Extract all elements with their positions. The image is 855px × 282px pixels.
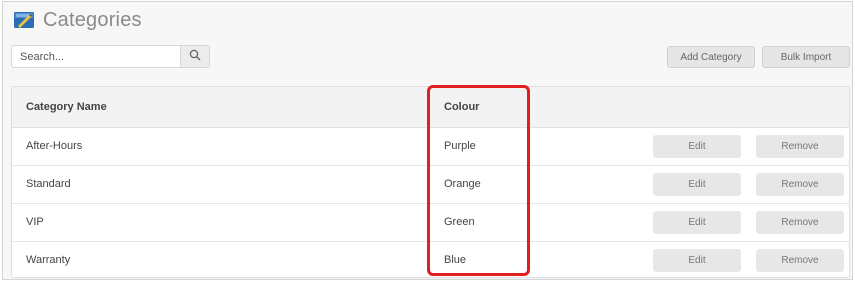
category-name-cell: VIP xyxy=(26,216,44,228)
search-icon xyxy=(189,48,201,66)
table-header: Category Name Colour xyxy=(12,87,849,128)
edit-button[interactable]: Edit xyxy=(653,211,741,234)
edit-button[interactable]: Edit xyxy=(653,173,741,196)
table-row: VIP Green Edit Remove xyxy=(12,204,849,242)
colour-cell: Blue xyxy=(444,254,467,266)
search-button[interactable] xyxy=(180,45,210,68)
column-header-colour[interactable]: Colour xyxy=(444,87,479,127)
categories-table: Category Name Colour After-Hours Purple … xyxy=(11,86,850,278)
page-title: Categories xyxy=(43,8,142,31)
edit-button[interactable]: Edit xyxy=(653,135,741,158)
table-row: After-Hours Purple Edit Remove xyxy=(12,128,849,166)
column-header-category-name[interactable]: Category Name xyxy=(26,87,107,127)
table-row: Standard Orange Edit Remove xyxy=(12,166,849,204)
page-header: Categories xyxy=(13,7,142,33)
category-name-cell: Standard xyxy=(26,178,71,190)
remove-button[interactable]: Remove xyxy=(756,249,844,272)
add-category-button[interactable]: Add Category xyxy=(667,46,755,68)
table-row: Warranty Blue Edit Remove xyxy=(12,242,849,277)
colour-cell: Orange xyxy=(444,178,481,190)
category-name-cell: Warranty xyxy=(26,254,71,266)
bulk-import-button[interactable]: Bulk Import xyxy=(762,46,850,68)
remove-button[interactable]: Remove xyxy=(756,173,844,196)
category-name-cell: After-Hours xyxy=(26,140,83,152)
search-bar xyxy=(11,45,210,68)
categories-folder-icon xyxy=(13,10,35,30)
app-window: Categories Add Category Bulk Import Cate… xyxy=(2,1,853,280)
colour-cell: Purple xyxy=(444,140,476,152)
remove-button[interactable]: Remove xyxy=(756,135,844,158)
edit-button[interactable]: Edit xyxy=(653,249,741,272)
colour-cell: Green xyxy=(444,216,475,228)
search-input[interactable] xyxy=(11,45,180,68)
remove-button[interactable]: Remove xyxy=(756,211,844,234)
